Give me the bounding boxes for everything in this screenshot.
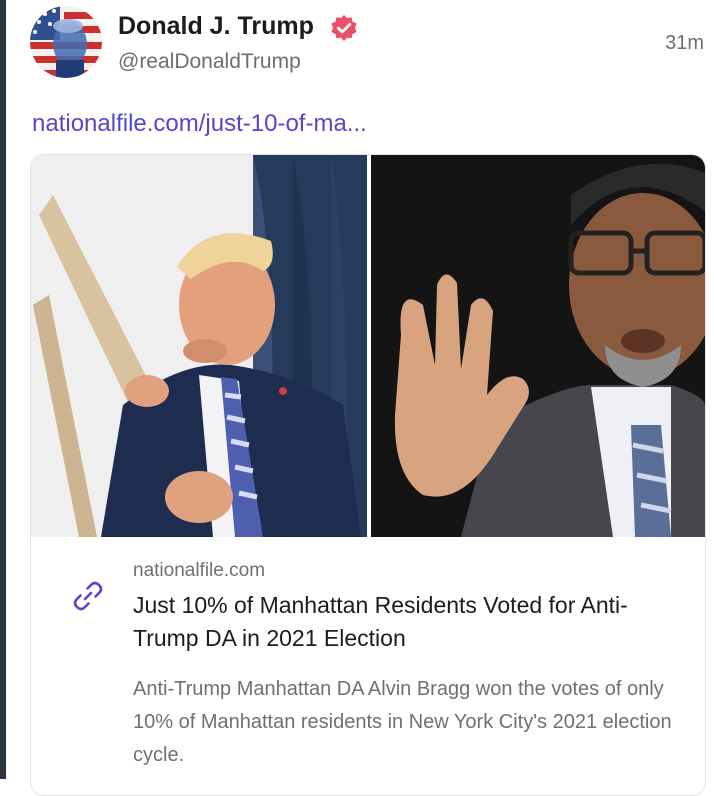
- post-link[interactable]: nationalfile.com/just-10-of-ma...: [32, 110, 367, 138]
- card-description: Anti-Trump Manhattan DA Alvin Bragg won …: [133, 678, 672, 766]
- avatar-image: [30, 6, 102, 78]
- author-name[interactable]: Donald J. Trump: [118, 12, 314, 41]
- link-chain-icon: [73, 581, 103, 611]
- link-preview-card[interactable]: nationalfile.com Just 10% of Manhattan R…: [30, 154, 706, 796]
- card-domain: nationalfile.com: [133, 560, 266, 581]
- verified-badge-icon: [331, 15, 357, 41]
- post: Donald J. Trump @realDonaldTrump 31m nat…: [6, 0, 714, 796]
- author-handle[interactable]: @realDonaldTrump: [118, 50, 301, 74]
- card-preview-image: [31, 155, 705, 537]
- author-avatar[interactable]: [30, 6, 102, 78]
- card-title: Just 10% of Manhattan Residents Voted fo…: [133, 592, 628, 651]
- post-timestamp[interactable]: 31m: [665, 32, 704, 55]
